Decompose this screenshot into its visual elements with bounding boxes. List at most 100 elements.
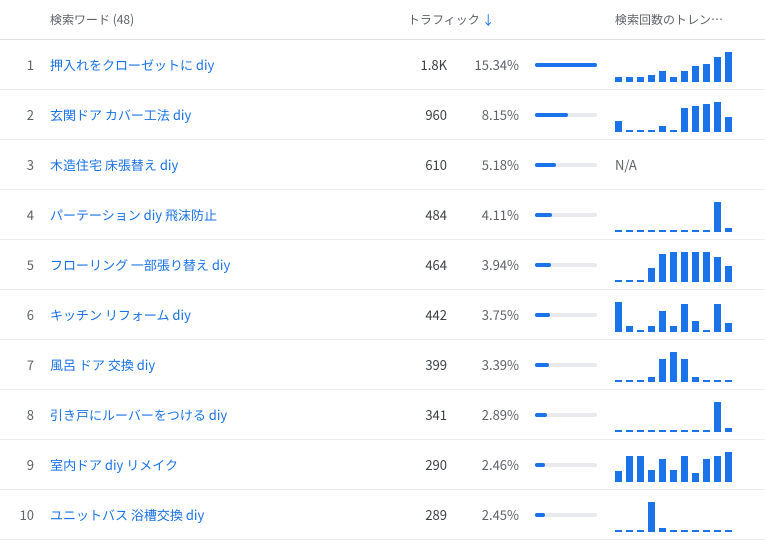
col-header-rank[interactable] (0, 0, 42, 40)
keyword-link[interactable]: 室内ドア diy リメイク (50, 455, 178, 474)
spark-bar (615, 471, 622, 482)
rank-cell: 8 (0, 390, 42, 440)
percent-bar-cell (527, 40, 607, 90)
spark-bar (703, 104, 710, 132)
keyword-cell: 室内ドア diy リメイク (42, 440, 400, 490)
keyword-link[interactable]: 風呂 ドア 交換 diy (50, 355, 155, 374)
spark-zero (681, 530, 688, 532)
keyword-cell: パーテーション diy 飛沫防止 (42, 190, 400, 240)
spark-bar (659, 528, 666, 532)
spark-zero (725, 380, 732, 382)
keyword-link[interactable]: 木造住宅 床張替え diy (50, 155, 178, 174)
table-body: 1押入れをクローゼットに diy1.8K15.34%2玄関ドア カバー工法 di… (0, 40, 765, 540)
percent-bar-fill (535, 413, 547, 417)
traffic-cell: 341 (400, 390, 455, 440)
rank-cell: 4 (0, 190, 42, 240)
spark-zero (615, 230, 622, 232)
percent-bar-fill (535, 113, 568, 117)
keyword-link[interactable]: 玄関ドア カバー工法 diy (50, 105, 191, 124)
table-head: 検索ワード (48) トラフィック ↓ 検索回数のトレン… (0, 0, 765, 40)
col-header-keyword[interactable]: 検索ワード (48) (42, 0, 400, 40)
percent-cell: 15.34% (455, 40, 527, 90)
percent-cell: 3.39% (455, 340, 527, 390)
rank-cell: 10 (0, 490, 42, 540)
percent-bar-fill (535, 163, 556, 167)
keyword-cell: ユニットバス 浴槽交換 diy (42, 490, 400, 540)
trend-sparkline (615, 398, 755, 432)
spark-bar (692, 252, 699, 282)
traffic-cell: 1.8K (400, 40, 455, 90)
col-header-traffic[interactable]: トラフィック ↓ (400, 0, 607, 40)
col-header-trend-label: 検索回数のトレン… (615, 11, 723, 28)
spark-bar (626, 77, 633, 82)
percent-bar (535, 313, 597, 317)
trend-cell (607, 340, 765, 390)
spark-bar (714, 304, 721, 332)
spark-zero (626, 380, 633, 382)
spark-zero (615, 380, 622, 382)
percent-bar-cell (527, 390, 607, 440)
percent-bar-fill (535, 513, 545, 517)
spark-zero (615, 430, 622, 432)
table-row: 3木造住宅 床張替え diy6105.18%N/A (0, 140, 765, 190)
spark-bar (725, 117, 732, 132)
percent-cell: 3.94% (455, 240, 527, 290)
spark-bar (725, 428, 732, 432)
spark-bar (725, 52, 732, 82)
spark-bar (615, 302, 622, 332)
col-header-trend[interactable]: 検索回数のトレン… (607, 0, 765, 40)
keyword-cell: 風呂 ドア 交換 diy (42, 340, 400, 390)
percent-bar-cell (527, 290, 607, 340)
percent-bar-cell (527, 240, 607, 290)
spark-bar (648, 377, 655, 382)
spark-zero (637, 380, 644, 382)
spark-zero (703, 430, 710, 432)
table-row: 9室内ドア diy リメイク2902.46% (0, 440, 765, 490)
spark-bar (725, 266, 732, 282)
keyword-link[interactable]: ユニットバス 浴槽交換 diy (50, 505, 204, 524)
spark-bar (714, 402, 721, 432)
keyword-link[interactable]: フローリング 一部張り替え diy (50, 255, 230, 274)
percent-cell: 2.45% (455, 490, 527, 540)
rank-cell: 3 (0, 140, 42, 190)
spark-bar (615, 77, 622, 82)
spark-bar (637, 77, 644, 82)
spark-bar (670, 326, 677, 332)
spark-zero (637, 430, 644, 432)
spark-bar (659, 311, 666, 332)
keyword-link[interactable]: 押入れをクローゼットに diy (50, 55, 214, 74)
spark-bar (692, 66, 699, 82)
rank-cell: 5 (0, 240, 42, 290)
spark-bar (626, 130, 633, 132)
spark-zero (615, 280, 622, 282)
keyword-link[interactable]: パーテーション diy 飛沫防止 (50, 205, 217, 224)
spark-bar (615, 121, 622, 132)
spark-zero (648, 430, 655, 432)
percent-bar-fill (535, 263, 551, 267)
table-row: 5 フローリング 一部張り替え diy 4643.94% (0, 240, 765, 290)
keyword-link[interactable]: キッチン リフォーム diy (50, 305, 191, 324)
spark-bar (714, 456, 721, 482)
spark-bar (714, 202, 721, 232)
keyword-cell: 木造住宅 床張替え diy (42, 140, 400, 190)
spark-zero (681, 230, 688, 232)
spark-bar (692, 321, 699, 332)
spark-zero (703, 330, 710, 332)
percent-cell: 3.75% (455, 290, 527, 340)
keyword-link[interactable]: 引き戸にルーバーをつける diy (50, 405, 227, 424)
spark-bar (670, 470, 677, 482)
percent-bar (535, 263, 597, 267)
spark-zero (626, 280, 633, 282)
table-row: 6キッチン リフォーム diy4423.75% (0, 290, 765, 340)
traffic-cell: 464 (400, 240, 455, 290)
traffic-cell: 289 (400, 490, 455, 540)
spark-bar (648, 470, 655, 482)
spark-zero (637, 280, 644, 282)
percent-bar (535, 163, 597, 167)
spark-bar (714, 57, 721, 82)
spark-zero (615, 530, 622, 532)
trend-cell (607, 440, 765, 490)
traffic-cell: 610 (400, 140, 455, 190)
trend-sparkline (615, 498, 755, 532)
spark-bar (659, 126, 666, 132)
